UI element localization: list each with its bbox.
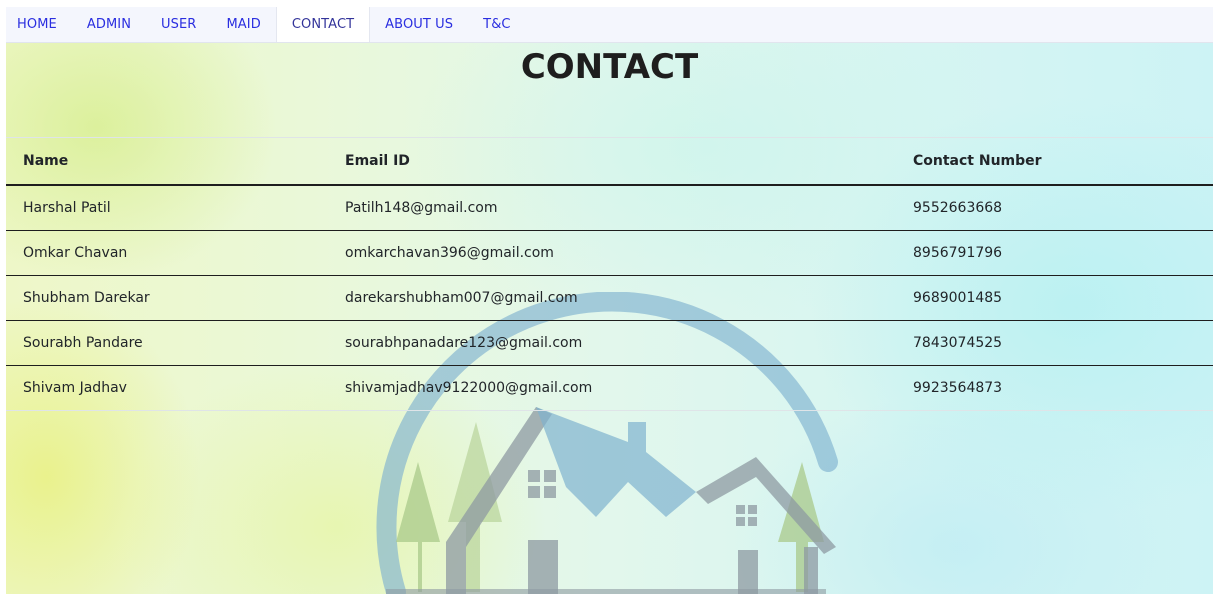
- cell-name: Sourabh Pandare: [23, 335, 143, 351]
- nav-terms[interactable]: T&C: [468, 7, 525, 42]
- cell-contact-number: 8956791796: [913, 245, 1003, 261]
- table-row: Harshal Patil Patilh148@gmail.com 955266…: [6, 185, 1213, 231]
- cell-email: sourabhpanadare123@gmail.com: [345, 335, 583, 351]
- cell-name: Shivam Jadhav: [23, 380, 127, 396]
- nav-maid[interactable]: MAID: [211, 7, 275, 42]
- cell-contact-number: 9923564873: [913, 380, 1003, 396]
- column-header-contact-number: Contact Number: [913, 153, 1042, 169]
- table-row: Shivam Jadhav shivamjadhav9122000@gmail.…: [6, 366, 1213, 411]
- page-background: HOME ADMIN USER MAID CONTACT ABOUT US T&…: [6, 7, 1213, 594]
- cell-contact-number: 7843074525: [913, 335, 1003, 351]
- cell-email: omkarchavan396@gmail.com: [345, 245, 554, 261]
- top-navbar: HOME ADMIN USER MAID CONTACT ABOUT US T&…: [6, 7, 1213, 43]
- contact-table: Name Email ID Contact Number Harshal Pat…: [6, 137, 1213, 411]
- table-row: Omkar Chavan omkarchavan396@gmail.com 89…: [6, 231, 1213, 276]
- cell-name: Harshal Patil: [23, 200, 111, 216]
- cell-name: Shubham Darekar: [23, 290, 150, 306]
- nav-home[interactable]: HOME: [6, 7, 72, 42]
- contact-table-container: Name Email ID Contact Number Harshal Pat…: [6, 137, 1213, 411]
- table-row: Shubham Darekar darekarshubham007@gmail.…: [6, 276, 1213, 321]
- column-header-email: Email ID: [345, 153, 410, 169]
- cell-email: shivamjadhav9122000@gmail.com: [345, 380, 593, 396]
- nav-admin[interactable]: ADMIN: [72, 7, 146, 42]
- column-header-name: Name: [23, 153, 69, 169]
- page-title: CONTACT: [520, 47, 699, 87]
- cell-email: Patilh148@gmail.com: [345, 200, 498, 216]
- nav-about-us[interactable]: ABOUT US: [370, 7, 468, 42]
- cell-contact-number: 9689001485: [913, 290, 1003, 306]
- nav-user[interactable]: USER: [146, 7, 211, 42]
- cell-name: Omkar Chavan: [23, 245, 128, 261]
- table-row: Sourabh Pandare sourabhpanadare123@gmail…: [6, 321, 1213, 366]
- nav-contact[interactable]: CONTACT: [275, 7, 371, 42]
- cell-email: darekarshubham007@gmail.com: [345, 290, 578, 306]
- table-header-row: Name Email ID Contact Number: [6, 137, 1213, 185]
- cell-contact-number: 9552663668: [913, 200, 1003, 216]
